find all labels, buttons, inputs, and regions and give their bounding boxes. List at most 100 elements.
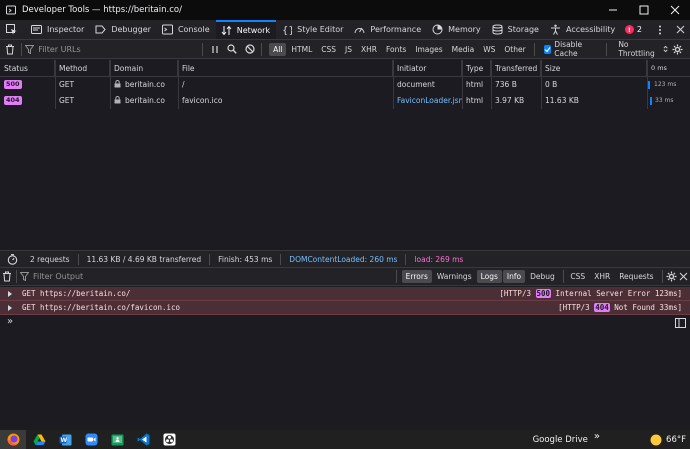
taskbar-zoom[interactable] bbox=[78, 430, 104, 449]
filter-info-button[interactable]: Info bbox=[502, 270, 526, 283]
status-prefix: [HTTP/3 bbox=[499, 289, 536, 298]
tab-storage[interactable]: Storage bbox=[487, 20, 545, 39]
size-cell: 0 B bbox=[545, 80, 558, 89]
taskbar-classroom[interactable] bbox=[104, 430, 130, 449]
tab-style-editor[interactable]: {} Style Editor bbox=[276, 20, 349, 39]
console-error-message[interactable]: GET https://beritain.co/ [HTTP/3 500 Int… bbox=[0, 287, 690, 301]
filter-type-all[interactable]: All bbox=[269, 42, 287, 56]
filter-type-js[interactable]: JS bbox=[341, 43, 356, 56]
console-input-area[interactable]: » bbox=[0, 315, 690, 430]
element-picker-button[interactable] bbox=[0, 20, 26, 39]
taskbar-firefox[interactable] bbox=[0, 430, 26, 449]
filter-type-media[interactable]: Media bbox=[448, 43, 479, 56]
filter-debug-button[interactable]: Debug bbox=[526, 270, 559, 283]
filter-type-images[interactable]: Images bbox=[411, 43, 446, 56]
svg-text:W: W bbox=[60, 437, 67, 444]
close-toolbox-button[interactable] bbox=[670, 20, 690, 40]
filter-urls-input[interactable] bbox=[38, 44, 199, 54]
filter-logs-button[interactable]: Logs bbox=[476, 270, 502, 283]
column-divider bbox=[541, 60, 542, 109]
toolbox-options-button[interactable] bbox=[650, 20, 670, 40]
tab-debugger[interactable]: Debugger bbox=[90, 20, 157, 39]
initiator-cell: document bbox=[397, 80, 435, 89]
network-icon bbox=[221, 25, 232, 36]
filter-type-fonts[interactable]: Fonts bbox=[382, 43, 410, 56]
tab-console[interactable]: Console bbox=[157, 20, 216, 39]
status-suffix: Internal Server Error 123ms] bbox=[551, 289, 682, 298]
weather-temperature[interactable]: 66°F bbox=[666, 435, 686, 445]
column-size[interactable]: Size bbox=[541, 60, 647, 77]
tab-inspector[interactable]: Inspector bbox=[26, 20, 90, 39]
filter-css-button[interactable]: CSS bbox=[566, 270, 589, 283]
column-status[interactable]: Status bbox=[0, 60, 55, 77]
pause-button[interactable] bbox=[206, 39, 223, 59]
expand-arrow-icon[interactable] bbox=[7, 287, 13, 301]
initiator-link[interactable]: FaviconLoader.jsm:... bbox=[393, 93, 462, 109]
network-summary-bar: 2 requests 11.63 KB / 4.69 KB transferre… bbox=[0, 250, 690, 267]
throttling-value: No Throttling bbox=[618, 40, 655, 58]
gear-icon bbox=[672, 44, 683, 54]
disable-cache-checkbox[interactable]: Disable Cache bbox=[543, 40, 601, 58]
split-view-icon bbox=[675, 318, 686, 328]
filter-type-css[interactable]: CSS bbox=[317, 43, 340, 56]
word-icon: W bbox=[59, 434, 71, 445]
column-divider bbox=[393, 60, 394, 109]
column-type[interactable]: Type bbox=[462, 60, 491, 77]
filter-output-input[interactable] bbox=[33, 272, 394, 281]
filter-urls-box[interactable] bbox=[25, 40, 199, 59]
console-toolbar: Errors Warnings Logs Info Debug CSS XHR … bbox=[0, 267, 690, 286]
column-initiator[interactable]: Initiator bbox=[393, 60, 462, 77]
clear-network-button[interactable] bbox=[1, 39, 18, 59]
taskbar-vscode[interactable] bbox=[130, 430, 156, 449]
network-settings-button[interactable] bbox=[669, 39, 686, 59]
taskbar-word[interactable]: W bbox=[52, 430, 78, 449]
column-method[interactable]: Method bbox=[55, 60, 110, 77]
error-count-badge[interactable]: ! 2 bbox=[624, 25, 642, 34]
filter-output-box[interactable] bbox=[20, 267, 394, 286]
search-button[interactable] bbox=[223, 39, 240, 59]
vscode-icon bbox=[137, 433, 149, 446]
filter-icon bbox=[25, 44, 35, 54]
filter-warnings-button[interactable]: Warnings bbox=[433, 270, 476, 283]
table-row[interactable]: 404 GET beritain.co favicon.ico FaviconL… bbox=[0, 93, 690, 109]
divider bbox=[562, 270, 564, 283]
column-divider bbox=[55, 60, 56, 109]
tray-overflow-icon[interactable]: » bbox=[594, 431, 600, 442]
divider bbox=[202, 42, 204, 56]
close-button[interactable] bbox=[659, 0, 690, 20]
tab-accessibility[interactable]: Accessibility bbox=[545, 20, 621, 39]
tab-performance[interactable]: Performance bbox=[349, 20, 427, 39]
column-waterfall[interactable]: 0 ms bbox=[647, 60, 690, 77]
expand-arrow-icon[interactable] bbox=[7, 301, 13, 315]
taskbar-google-drive[interactable] bbox=[26, 430, 52, 449]
clear-console-button[interactable] bbox=[1, 267, 13, 287]
divider bbox=[606, 42, 608, 56]
column-transferred[interactable]: Transferred bbox=[491, 60, 541, 77]
close-icon bbox=[679, 272, 688, 281]
filter-type-other[interactable]: Other bbox=[500, 43, 529, 56]
table-row[interactable]: 500 GET beritain.co / document html 736 … bbox=[0, 77, 690, 93]
close-split-console-button[interactable] bbox=[678, 267, 690, 287]
throttling-select[interactable]: No Throttling bbox=[618, 40, 669, 58]
message-text: GET https://beritain.co/favicon.ico bbox=[22, 303, 181, 312]
filter-type-html[interactable]: HTML bbox=[287, 43, 316, 56]
console-settings-button[interactable] bbox=[665, 267, 677, 287]
google-drive-tray-label[interactable]: Google Drive bbox=[533, 435, 588, 445]
tab-memory[interactable]: Memory bbox=[427, 20, 487, 39]
filter-requests-button[interactable]: Requests bbox=[615, 270, 657, 283]
taskbar-obs[interactable] bbox=[156, 430, 182, 449]
maximize-button[interactable] bbox=[628, 0, 659, 20]
filter-type-xhr[interactable]: XHR bbox=[357, 43, 381, 56]
block-requests-button[interactable] bbox=[241, 39, 258, 59]
minimize-button[interactable] bbox=[597, 0, 628, 20]
minimize-icon bbox=[608, 9, 617, 11]
column-file[interactable]: File bbox=[178, 60, 393, 77]
console-error-message[interactable]: GET https://beritain.co/favicon.ico [HTT… bbox=[0, 301, 690, 315]
status-badge: 404 bbox=[4, 96, 22, 105]
column-domain[interactable]: Domain bbox=[110, 60, 178, 77]
filter-xhr-button[interactable]: XHR bbox=[590, 270, 614, 283]
filter-type-ws[interactable]: WS bbox=[479, 43, 499, 56]
filter-errors-button[interactable]: Errors bbox=[401, 270, 432, 283]
editor-mode-button[interactable] bbox=[675, 318, 686, 328]
tab-network[interactable]: Network bbox=[215, 20, 277, 39]
